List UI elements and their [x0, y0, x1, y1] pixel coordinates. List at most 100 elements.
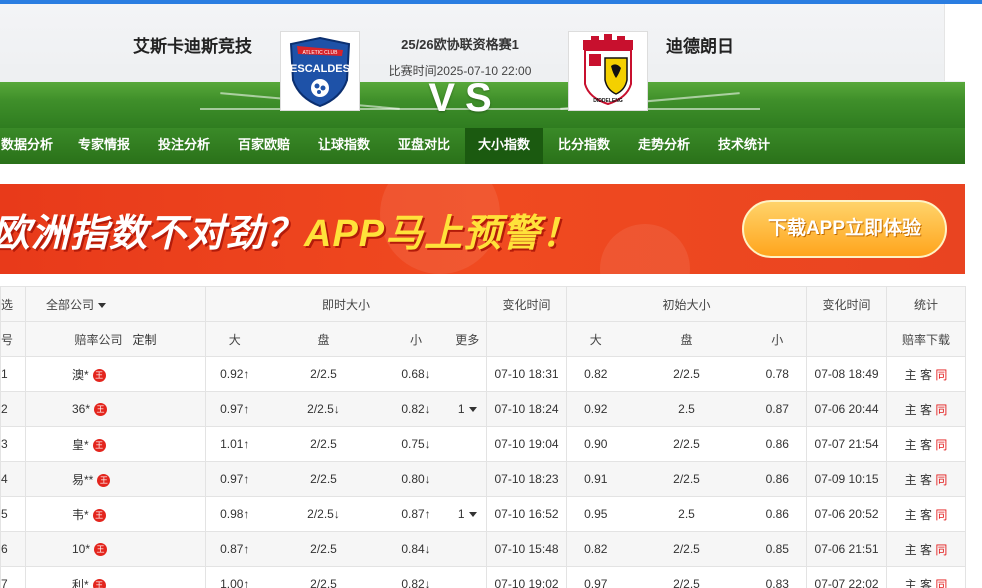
initial-ou-header: 初始大小 [566, 286, 808, 322]
arrow-up-icon: ↑ [243, 437, 250, 451]
away-stats-link[interactable]: 客 [920, 473, 932, 487]
home-stats-link[interactable]: 主 [905, 508, 917, 522]
away-stats-link[interactable]: 客 [920, 438, 932, 452]
nav-item-bet-analysis[interactable]: 投注分析 [146, 128, 222, 164]
initial-big: 0.95 [566, 496, 625, 532]
table-row[interactable]: 7 利* 王 1.00↑ 2/2.5 0.82↓ 07-10 19:02 0.97 2/2.5 0… [0, 566, 967, 588]
table-row[interactable]: 5 韦* 王 0.98↑ 2/2.5↓ 0.87↑ 1 07-10 16:52 0.95 2.5 0… [0, 496, 967, 532]
nav-item-euro-odds[interactable]: 百家欧赔 [226, 128, 302, 164]
nav-item-over-under[interactable]: 大小指数 [465, 128, 543, 164]
initial-change-time: 07-09 10:15 [806, 461, 888, 497]
live-big-value: 0.92 [220, 367, 244, 381]
arrow-down-icon: ↓ [424, 577, 431, 588]
crown-badge-icon: 王 [92, 508, 106, 522]
big-header: 大 [205, 321, 264, 357]
company-cell[interactable]: 利* 王 [25, 566, 206, 588]
table-row[interactable]: 3 皇* 王 1.01↑ 2/2.5 0.75↓ 07-10 19:04 0.90 2/2.5 0… [0, 426, 967, 462]
company-cell[interactable]: 36* 王 [25, 391, 206, 427]
crown-badge-icon: 王 [92, 578, 106, 588]
same-stats-link[interactable]: 同 [935, 368, 947, 382]
home-stats-link[interactable]: 主 [905, 368, 917, 382]
row-number: 4 [0, 461, 26, 497]
same-stats-link[interactable]: 同 [935, 578, 947, 588]
change-time: 07-10 16:52 [486, 496, 568, 532]
initial-small: 0.87 [748, 391, 808, 427]
home-stats-link[interactable]: 主 [905, 438, 917, 452]
nav-item-trend-analysis[interactable]: 走势分析 [626, 128, 702, 164]
more-toggle[interactable]: 1 [448, 391, 488, 427]
same-stats-link[interactable]: 同 [935, 438, 947, 452]
col-select-header[interactable]: 选 [0, 286, 26, 322]
row-number: 3 [0, 426, 26, 462]
stats-links: 主 客 同 [886, 426, 967, 462]
company-cell[interactable]: 澳* 王 [25, 356, 206, 392]
initial-line: 2/2.5 [624, 531, 749, 567]
home-stats-link[interactable]: 主 [905, 403, 917, 417]
chevron-down-icon [98, 302, 107, 308]
home-stats-link[interactable]: 主 [905, 473, 917, 487]
more-header: 更多 [448, 321, 488, 357]
company-name: 36* [72, 401, 91, 416]
company-cell[interactable]: 韦* 王 [25, 496, 206, 532]
more-toggle[interactable] [448, 426, 488, 462]
company-filter-label: 全部公司 [46, 297, 95, 312]
match-header: 艾斯卡迪斯竞技 ATLETIC CLUB ESCALDES 25/26欧协联资格… [0, 4, 965, 128]
same-stats-link[interactable]: 同 [935, 543, 947, 557]
odds-download-link[interactable]: 赔率下载 [886, 321, 967, 357]
more-toggle[interactable] [448, 566, 488, 588]
live-line: 2/2.5 [263, 356, 384, 392]
live-big: 1.01↑ [205, 426, 264, 462]
table-row[interactable]: 6 10* 王 0.87↑ 2/2.5 0.84↓ 07-10 15:48 0.82 2/2.5… [0, 531, 967, 567]
home-team-name[interactable]: 艾斯卡迪斯竞技 [100, 32, 285, 57]
row-number: 7 [0, 566, 26, 588]
table-row[interactable]: 2 36* 王 0.97↑ 2/2.5↓ 0.82↓ 1 07-10 18:24 0.92 2.5… [0, 391, 967, 427]
line-header: 盘 [263, 321, 384, 357]
away-team-logo[interactable]: DIDDELENG [568, 31, 648, 111]
table-row[interactable]: 1 澳* 王 0.92↑ 2/2.5 0.68↓ 07-10 18:31 0.82 2/2.5 0… [0, 356, 967, 392]
home-stats-link[interactable]: 主 [905, 543, 917, 557]
download-app-button[interactable]: 下载APP立即体验 [742, 200, 947, 258]
stats-links: 主 客 同 [886, 531, 967, 567]
more-toggle[interactable] [448, 531, 488, 567]
nav-item-tech-stats[interactable]: 技术统计 [706, 128, 782, 164]
nav-item-expert-intel[interactable]: 专家情报 [66, 128, 142, 164]
away-stats-link[interactable]: 客 [920, 508, 932, 522]
nav-item-handicap-index[interactable]: 让球指数 [306, 128, 382, 164]
away-stats-link[interactable]: 客 [920, 578, 932, 588]
away-stats-link[interactable]: 客 [920, 368, 932, 382]
match-competition: 25/26欧协联资格赛1 [401, 37, 519, 52]
away-stats-link[interactable]: 客 [920, 403, 932, 417]
live-line-value: 2/2.5 [307, 402, 334, 416]
more-toggle[interactable]: 1 [448, 496, 488, 532]
away-stats-link[interactable]: 客 [920, 543, 932, 557]
table-row[interactable]: 4 易** 王 0.97↑ 2/2.5 0.80↓ 07-10 18:23 0.91 2/2.5… [0, 461, 967, 497]
initial-big: 0.97 [566, 566, 625, 588]
row-number: 5 [0, 496, 26, 532]
more-toggle[interactable] [448, 356, 488, 392]
live-small: 0.82↓ [383, 566, 449, 588]
company-cell[interactable]: 皇* 王 [25, 426, 206, 462]
custom-link[interactable]: 定制 [133, 333, 157, 347]
nav-item-score-index[interactable]: 比分指数 [546, 128, 622, 164]
home-stats-link[interactable]: 主 [905, 578, 917, 588]
nav-item-data-analysis[interactable]: 数据分析 [0, 128, 62, 164]
same-stats-link[interactable]: 同 [935, 473, 947, 487]
away-team-name[interactable]: 迪德朗日 [650, 32, 750, 57]
company-cell[interactable]: 10* 王 [25, 531, 206, 567]
nav-item-asian-compare[interactable]: 亚盘对比 [386, 128, 462, 164]
home-logo-small-text: ATLETIC CLUB [303, 50, 339, 56]
same-stats-link[interactable]: 同 [935, 403, 947, 417]
same-stats-link[interactable]: 同 [935, 508, 947, 522]
more-toggle[interactable] [448, 461, 488, 497]
initial-line: 2/2.5 [624, 461, 749, 497]
live-small-value: 0.82 [401, 577, 425, 588]
company-cell[interactable]: 易** 王 [25, 461, 206, 497]
initial-change-time: 07-06 20:52 [806, 496, 888, 532]
company-name: 易** [72, 472, 94, 487]
change-time: 07-10 18:23 [486, 461, 568, 497]
live-small: 0.84↓ [383, 531, 449, 567]
initial-change-time: 07-06 20:44 [806, 391, 888, 427]
live-line: 2/2.5 [263, 566, 384, 588]
company-filter-dropdown[interactable]: 全部公司 [25, 286, 206, 322]
home-team-logo[interactable]: ATLETIC CLUB ESCALDES [280, 31, 360, 111]
